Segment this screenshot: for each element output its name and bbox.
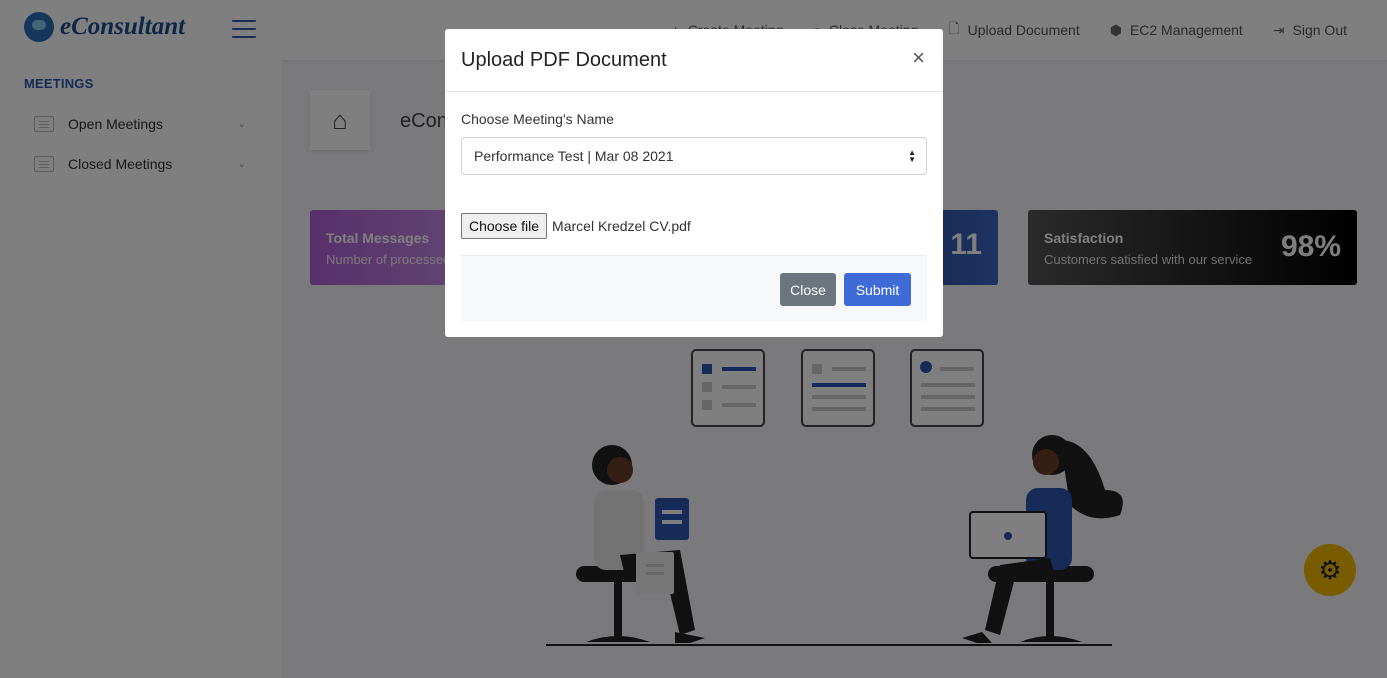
modal-header: Upload PDF Document × xyxy=(445,29,943,92)
selected-file-name: Marcel Kredzel CV.pdf xyxy=(552,218,691,234)
meeting-name-label: Choose Meeting's Name xyxy=(461,111,614,127)
close-button[interactable]: Close xyxy=(780,273,836,306)
meeting-name-select[interactable]: Performance Test | Mar 08 2021 ▲ ▼ xyxy=(461,137,927,175)
file-input: Choose file Marcel Kredzel CV.pdf xyxy=(461,213,691,239)
choose-file-button[interactable]: Choose file xyxy=(461,213,548,239)
meeting-name-selected: Performance Test | Mar 08 2021 xyxy=(474,148,674,164)
modal-title: Upload PDF Document xyxy=(461,49,667,71)
upload-pdf-modal: Upload PDF Document × Choose Meeting's N… xyxy=(445,29,943,337)
select-arrows-icon: ▲ ▼ xyxy=(908,148,916,164)
modal-footer: Close Submit xyxy=(461,255,927,321)
submit-button[interactable]: Submit xyxy=(844,273,911,306)
close-icon[interactable]: × xyxy=(912,47,925,69)
